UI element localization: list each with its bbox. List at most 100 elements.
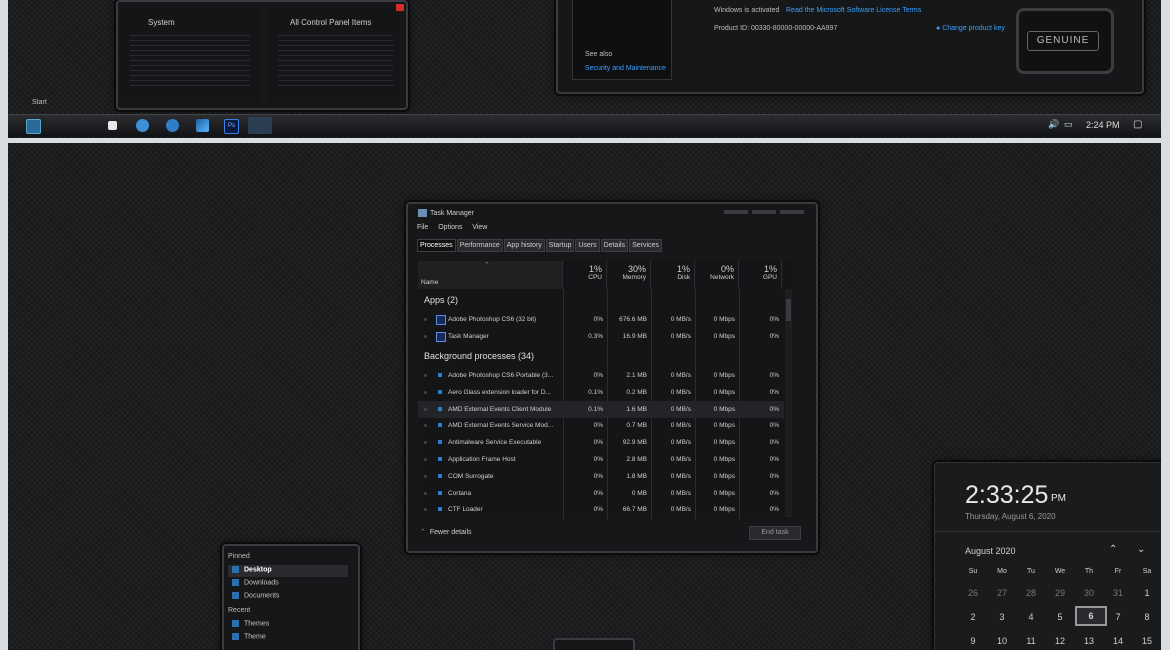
taskbar-thumbnail-preview[interactable]: System All Control Panel Items bbox=[116, 0, 408, 110]
expand-icon[interactable] bbox=[424, 424, 427, 428]
column-memory[interactable]: 30% Memory bbox=[607, 261, 651, 289]
globe-icon[interactable] bbox=[166, 119, 179, 132]
tab-users[interactable]: Users bbox=[575, 239, 600, 252]
process-icon bbox=[438, 406, 442, 411]
calendar-day[interactable]: 1 bbox=[1133, 588, 1161, 598]
column-gpu[interactable]: 1% GPU bbox=[739, 261, 782, 289]
chevron-down-icon[interactable]: ⌄ bbox=[1137, 544, 1145, 555]
chevron-up-icon: ⌃ bbox=[420, 529, 426, 536]
calendar-day[interactable]: 11 bbox=[1017, 636, 1045, 646]
license-terms-link[interactable]: Read the Microsoft Software License Term… bbox=[786, 7, 921, 14]
expand-icon[interactable] bbox=[424, 374, 427, 377]
nav-item[interactable]: Documents bbox=[232, 592, 279, 599]
table-row[interactable]: CTF Loader 0% 66.7 MB 0 MB/s 0 Mbps 0% bbox=[418, 501, 784, 518]
clock-date[interactable]: Thursday, August 6, 2020 bbox=[965, 512, 1056, 521]
scrollbar-thumb[interactable] bbox=[786, 299, 791, 321]
tab-details[interactable]: Details bbox=[600, 239, 629, 252]
tab-app-history[interactable]: App history bbox=[503, 239, 545, 252]
table-row[interactable]: Application Frame Host 0% 2.8 MB 0 MB/s 0 Mb… bbox=[418, 451, 784, 468]
network-icon[interactable]: ▭ bbox=[1064, 119, 1073, 130]
calendar-day[interactable]: 5 bbox=[1046, 612, 1074, 622]
expand-icon[interactable] bbox=[424, 407, 427, 411]
calendar-day[interactable]: 27 bbox=[988, 588, 1016, 598]
menu-view[interactable]: View bbox=[472, 224, 487, 231]
table-row[interactable]: COM Surrogate 0% 1.8 MB 0 MB/s 0 Mbps 0% bbox=[418, 468, 784, 485]
table-row[interactable]: Aero Glass extension loader for D... 0.1%… bbox=[418, 384, 784, 401]
calendar-day[interactable]: 26 bbox=[959, 588, 987, 598]
table-row[interactable]: Adobe Photoshop CS6 (32 bit) 0% 676.6 MB 0 … bbox=[418, 311, 784, 328]
column-cpu[interactable]: 1% CPU bbox=[563, 261, 607, 289]
table-row[interactable]: Antimalware Service Executable 0% 92.9 MB 0… bbox=[418, 434, 784, 451]
change-product-key-link[interactable]: ● Change product key bbox=[936, 25, 1005, 32]
start-button[interactable] bbox=[26, 119, 41, 134]
security-maintenance-link[interactable]: Security and Maintenance bbox=[585, 65, 666, 72]
cell-net: 0 Mbps bbox=[713, 388, 735, 396]
calendar-day[interactable]: 9 bbox=[959, 636, 987, 646]
calendar-day[interactable]: 15 bbox=[1133, 636, 1161, 646]
calendar-day[interactable]: 30 bbox=[1075, 588, 1103, 598]
calendar-day[interactable]: 13 bbox=[1075, 636, 1103, 646]
calendar-day-today[interactable]: 6 bbox=[1075, 606, 1107, 626]
volume-icon[interactable]: 🔊 bbox=[1048, 119, 1059, 130]
table-row[interactable]: AMD External Events Client Module 0.1% 1.6… bbox=[418, 400, 784, 418]
tray-clock[interactable]: 2:24 PM bbox=[1086, 120, 1120, 130]
chevron-up-icon[interactable]: ⌃ bbox=[1109, 544, 1117, 555]
tab-startup[interactable]: Startup bbox=[545, 239, 575, 252]
thumbnail-system[interactable]: System bbox=[120, 5, 260, 103]
menu-file[interactable]: File bbox=[417, 224, 428, 231]
expand-icon[interactable] bbox=[424, 318, 427, 321]
nav-item[interactable]: Downloads bbox=[232, 579, 279, 586]
close-icon[interactable] bbox=[396, 4, 404, 11]
tab-performance[interactable]: Performance bbox=[456, 239, 503, 252]
task-manager-taskbar-button[interactable] bbox=[248, 117, 272, 134]
nav-item[interactable]: Theme bbox=[232, 633, 266, 640]
calendar-day[interactable]: 31 bbox=[1104, 588, 1132, 598]
calendar-day[interactable]: 14 bbox=[1104, 636, 1132, 646]
photoshop-icon[interactable]: Ps bbox=[224, 119, 239, 134]
calendar-day[interactable]: 28 bbox=[1017, 588, 1045, 598]
table-row[interactable]: Task Manager 0.3% 16.9 MB 0 MB/s 0 Mbps 0% bbox=[418, 328, 784, 345]
nav-item[interactable]: Themes bbox=[232, 620, 269, 627]
expand-icon[interactable] bbox=[424, 491, 427, 495]
cell-gpu: 0% bbox=[769, 316, 779, 323]
calendar-day[interactable]: 12 bbox=[1046, 636, 1074, 646]
browser-icon[interactable] bbox=[136, 119, 149, 132]
column-name[interactable]: ⌃ Name bbox=[418, 261, 563, 289]
table-row[interactable]: Adobe Photoshop CS6 Portable (3... 0% 2.1 … bbox=[418, 367, 784, 384]
calendar-day[interactable]: 4 bbox=[1017, 612, 1045, 622]
notification-icon[interactable]: ▢ bbox=[1133, 119, 1142, 130]
expand-icon[interactable] bbox=[424, 441, 427, 445]
window-controls[interactable] bbox=[724, 210, 806, 216]
calendar-day[interactable]: 2 bbox=[959, 612, 987, 622]
table-row[interactable]: AMD External Events Service Mod... 0% 0.7 … bbox=[418, 417, 784, 434]
tab-services[interactable]: Services bbox=[629, 239, 662, 252]
store-icon[interactable] bbox=[108, 121, 117, 130]
nav-item[interactable]: Desktop bbox=[232, 566, 272, 573]
vertical-scrollbar[interactable] bbox=[785, 289, 792, 517]
cell-mem: 16.9 MB bbox=[622, 333, 647, 340]
expand-icon[interactable] bbox=[424, 458, 427, 461]
calendar-day[interactable]: 3 bbox=[988, 612, 1016, 622]
expand-icon[interactable] bbox=[424, 335, 427, 338]
table-row[interactable]: Cortana 0% 0 MB 0 MB/s 0 Mbps 0% bbox=[418, 485, 784, 502]
menu-options[interactable]: Options bbox=[438, 224, 462, 231]
minimize-button[interactable] bbox=[724, 210, 748, 214]
end-task-button[interactable]: End task bbox=[749, 526, 801, 540]
fewer-details-button[interactable]: ⌃ Fewer details bbox=[420, 528, 472, 536]
expand-icon[interactable] bbox=[424, 508, 427, 512]
tab-processes[interactable]: Processes bbox=[417, 239, 456, 252]
calendar-month[interactable]: August 2020 bbox=[965, 546, 1016, 556]
close-button[interactable] bbox=[780, 210, 804, 214]
column-network[interactable]: 0% Network bbox=[695, 261, 739, 289]
app-icon[interactable] bbox=[196, 119, 209, 132]
expand-icon[interactable] bbox=[424, 390, 427, 394]
thumbnail-control-panel[interactable]: All Control Panel Items bbox=[268, 5, 400, 103]
calendar-day[interactable]: 29 bbox=[1046, 588, 1074, 598]
maximize-button[interactable] bbox=[752, 210, 776, 214]
cell-disk: 0 MB/s bbox=[670, 456, 691, 463]
calendar-day[interactable]: 10 bbox=[988, 636, 1016, 646]
column-disk[interactable]: 1% Disk bbox=[651, 261, 695, 289]
calendar-day[interactable]: 7 bbox=[1104, 612, 1132, 622]
calendar-day[interactable]: 8 bbox=[1133, 612, 1161, 622]
expand-icon[interactable] bbox=[424, 474, 427, 478]
